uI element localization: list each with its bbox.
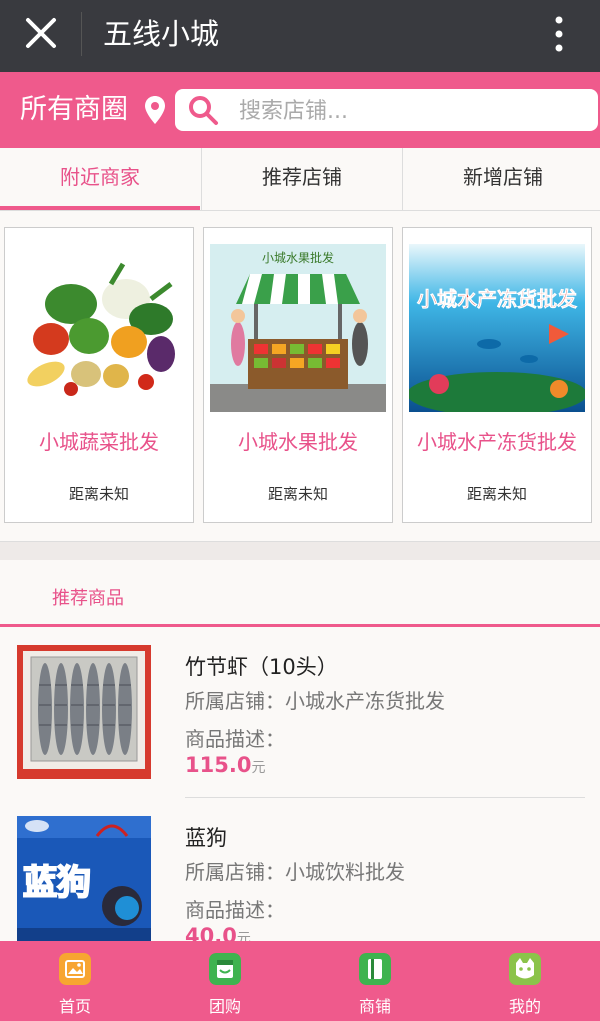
product-name: 竹节虾（10头） — [185, 655, 338, 679]
store-tabs: 附近商家 推荐店铺 新增店铺 — [0, 148, 600, 211]
search-input[interactable] — [237, 95, 581, 127]
nav-label: 我的 — [508, 997, 541, 1016]
store-name: 小城水产冻货批发 — [417, 430, 577, 454]
store-name: 小城水果批发 — [238, 430, 358, 454]
product-price: 115.0元 — [185, 753, 265, 777]
svg-text:小城水果批发: 小城水果批发 — [262, 250, 334, 265]
product-price: 40.0元 — [185, 924, 251, 941]
group-buy-icon — [209, 953, 241, 985]
product-shop: 所属店铺：小城饮料批发 — [185, 860, 405, 884]
search-icon — [189, 96, 218, 125]
product-item[interactable]: 蓝狗 蓝狗 所属店铺：小城饮料批发 商品描述： 40.0元 — [0, 798, 600, 941]
product-name: 蓝狗 — [185, 826, 227, 850]
blue-dog-drink-image: 蓝狗 — [17, 816, 151, 941]
location-selector[interactable]: 所有商圈 — [20, 90, 128, 130]
recommended-header: 推荐商品 — [0, 560, 600, 627]
nav-shops[interactable]: 商铺 — [300, 941, 450, 1021]
seafood-image: 小城水产冻货批发 — [409, 244, 585, 412]
home-icon — [59, 953, 91, 985]
svg-text:小城水产冻货批发: 小城水产冻货批发 — [417, 287, 578, 311]
section-title: 推荐商品 — [52, 588, 124, 609]
product-shop: 所属店铺：小城水产冻货批发 — [185, 689, 445, 713]
store-card[interactable]: 小城水产冻货批发 小城水产冻货批发 距离未知 — [402, 227, 592, 523]
section-gap — [0, 541, 600, 561]
product-description: 商品描述： — [185, 727, 285, 751]
store-card[interactable]: 小城蔬菜批发 距离未知 — [4, 227, 194, 523]
bottom-nav: 首页 团购 商铺 我的 — [0, 941, 600, 1021]
product-list: 竹节虾（10头） 所属店铺：小城水产冻货批发 商品描述： 115.0元 蓝狗 蓝… — [0, 627, 600, 941]
page-title: 五线小城 — [103, 17, 220, 51]
price-value: 115.0 — [185, 753, 252, 777]
store-distance: 距离未知 — [466, 485, 527, 503]
nav-group-buy[interactable]: 团购 — [150, 941, 300, 1021]
vegetables-image — [11, 244, 187, 412]
nav-home[interactable]: 首页 — [0, 941, 150, 1021]
tab-new[interactable]: 新增店铺 — [403, 148, 600, 206]
store-name: 小城蔬菜批发 — [39, 430, 159, 454]
tab-recommended[interactable]: 推荐店铺 — [202, 148, 402, 206]
close-icon[interactable] — [22, 14, 60, 52]
store-distance: 距离未知 — [267, 485, 328, 503]
store-list: 小城蔬菜批发 距离未知 小城水果批发 小城水果批发 距离未知 小城水产冻货批发 … — [0, 211, 600, 541]
shrimp-image — [17, 645, 151, 779]
svg-text:蓝狗: 蓝狗 — [23, 863, 91, 903]
product-description: 商品描述： — [185, 898, 285, 922]
price-currency: 元 — [236, 931, 251, 941]
store-card[interactable]: 小城水果批发 小城水果批发 距离未知 — [203, 227, 393, 523]
search-box[interactable] — [175, 89, 598, 131]
search-bar: 所有商圈 — [0, 72, 600, 148]
divider — [81, 12, 82, 56]
more-icon[interactable] — [554, 14, 564, 58]
price-currency: 元 — [251, 760, 266, 776]
fruit-market-image: 小城水果批发 — [210, 244, 386, 412]
profile-cat-icon — [509, 953, 541, 985]
location-pin-icon[interactable] — [144, 95, 166, 125]
top-bar: 五线小城 — [0, 0, 600, 72]
nav-profile[interactable]: 我的 — [450, 941, 600, 1021]
nav-label: 首页 — [58, 997, 91, 1016]
product-item[interactable]: 竹节虾（10头） 所属店铺：小城水产冻货批发 商品描述： 115.0元 — [0, 627, 600, 798]
nav-label: 团购 — [208, 997, 241, 1016]
shops-icon — [359, 953, 391, 985]
store-distance: 距离未知 — [68, 485, 129, 503]
nav-label: 商铺 — [358, 997, 391, 1016]
price-value: 40.0 — [185, 924, 237, 941]
tab-nearby[interactable]: 附近商家 — [0, 148, 200, 210]
